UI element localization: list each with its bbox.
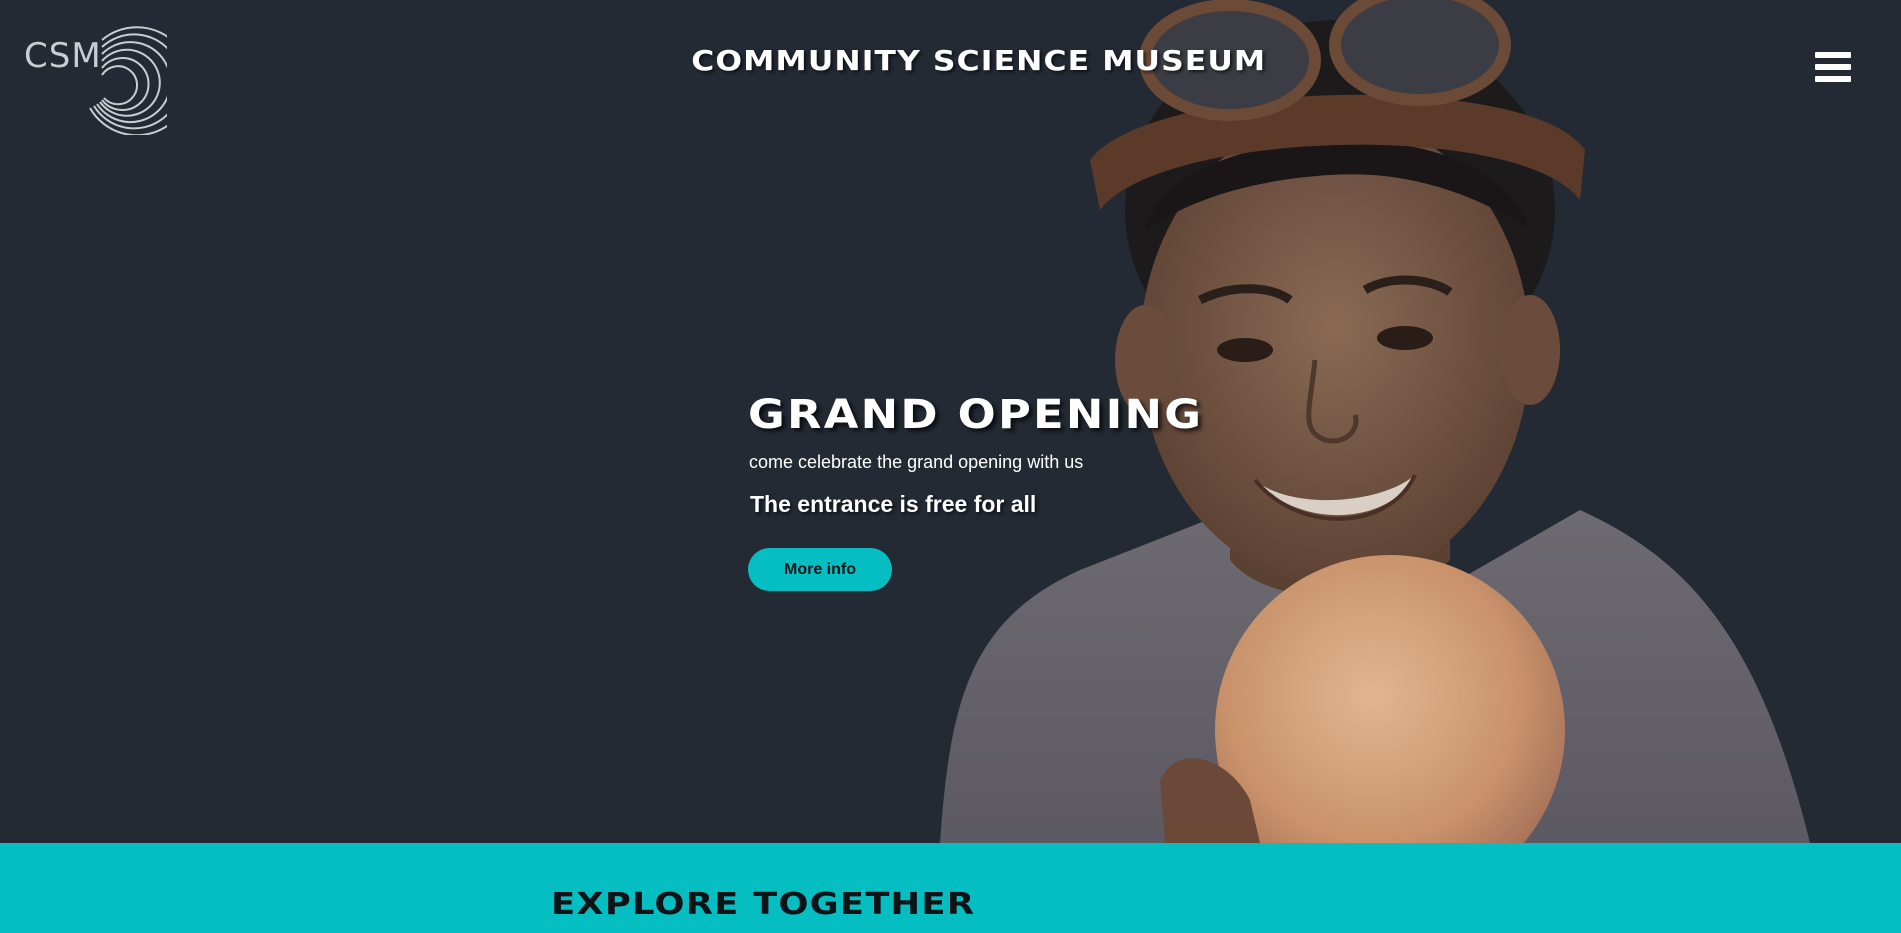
menu-bar-middle [1815, 64, 1851, 70]
hero-content: GRAND OPENING come celebrate the grand o… [748, 392, 1308, 591]
hero-highlight: The entrance is free for all [750, 491, 1037, 517]
site-logo[interactable]: CSM [22, 20, 167, 135]
site-title[interactable]: COMMUNITY SCIENCE MUSEUM [0, 44, 1901, 77]
hero-section: CSM COMMUNITY SCIENCE MUSEUM GRAND OPENI… [0, 0, 1901, 843]
menu-bar-top [1815, 52, 1851, 58]
explore-section: EXPLORE TOGETHER [0, 843, 1901, 933]
menu-bar-bottom [1815, 76, 1851, 82]
explore-title: EXPLORE TOGETHER [551, 887, 976, 922]
hero-subheading: come celebrate the grand opening with us [749, 452, 1084, 472]
hamburger-menu-icon[interactable] [1815, 52, 1853, 88]
logo-spiral-icon [89, 26, 167, 135]
hero-heading: GRAND OPENING [748, 392, 1204, 438]
more-info-button[interactable]: More info [748, 548, 892, 591]
